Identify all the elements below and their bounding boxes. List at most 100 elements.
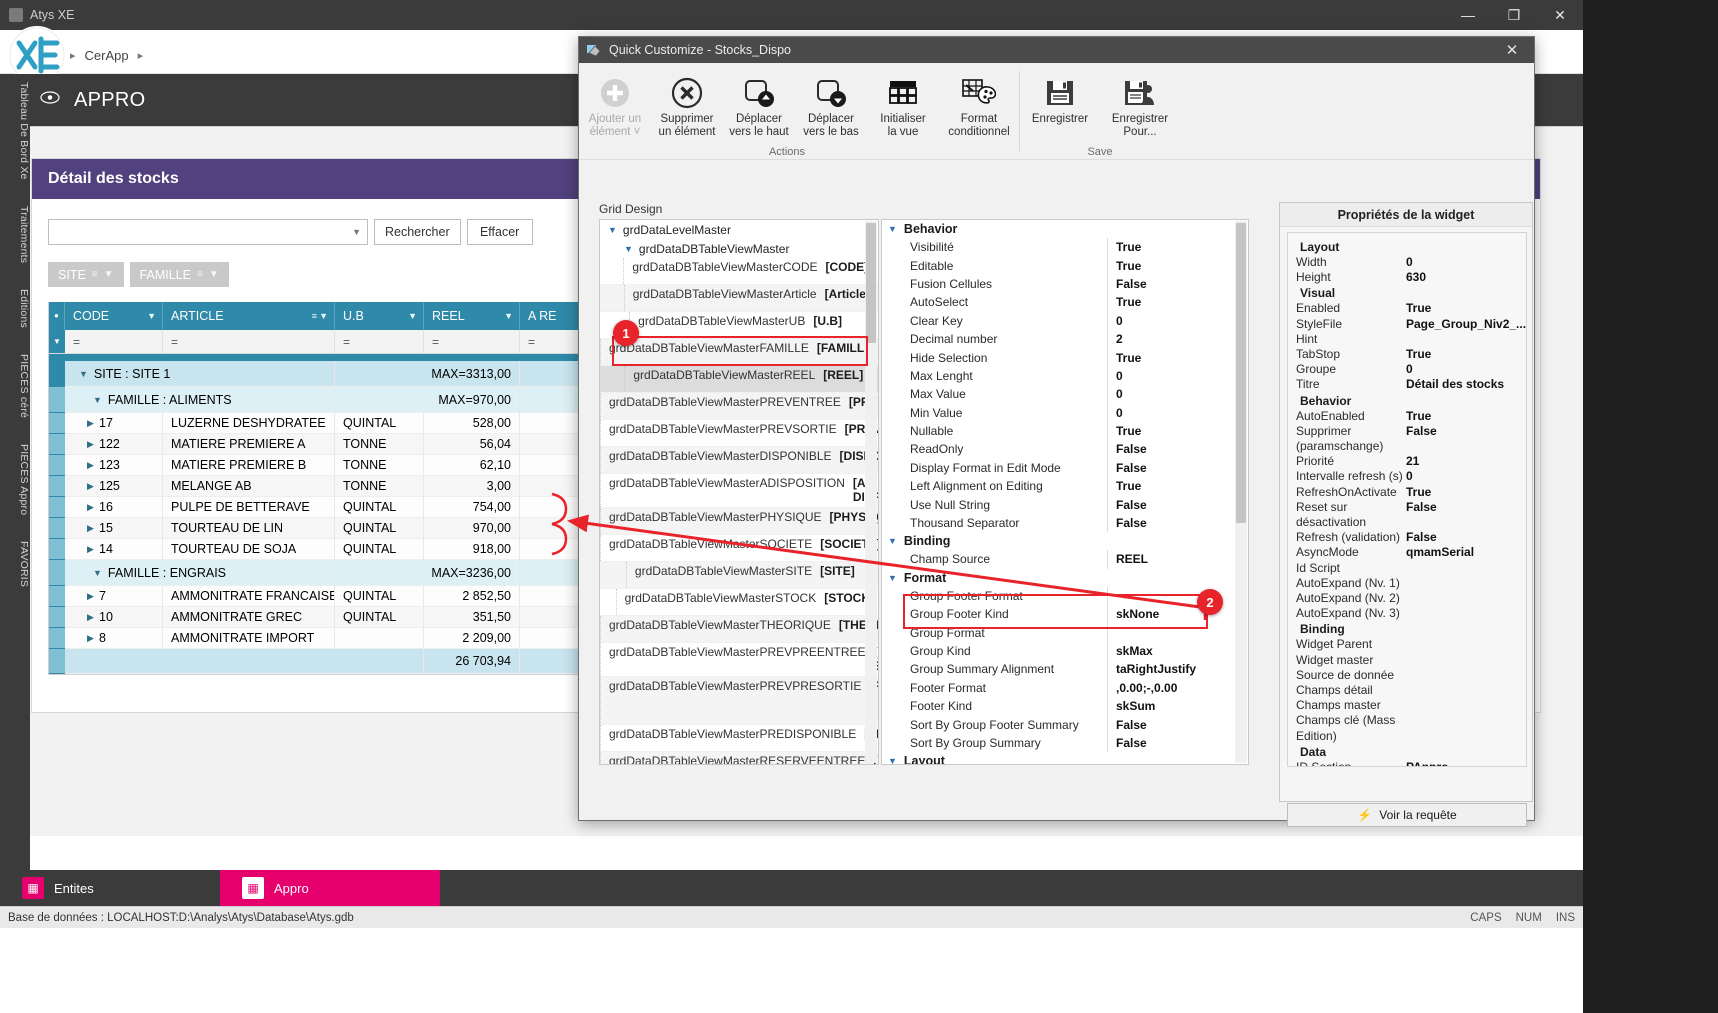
property-value[interactable]: True — [1107, 238, 1248, 256]
filter-cell-ub[interactable]: = — [335, 330, 424, 353]
chevron-right-icon[interactable]: ▶ — [87, 612, 94, 623]
property-row[interactable]: Max Value0 — [882, 385, 1248, 403]
eye-icon[interactable] — [40, 91, 60, 109]
view-query-button[interactable]: ⚡ Voir la requête — [1287, 803, 1527, 827]
widget-property-row[interactable]: Reset sur désactivationFalse — [1288, 500, 1526, 530]
widget-property-row[interactable]: EnabledTrue — [1288, 301, 1526, 316]
property-row[interactable]: Fusion CellulesFalse — [882, 275, 1248, 293]
chevron-down-icon[interactable]: ▼ — [93, 395, 102, 405]
widget-property-value[interactable]: True — [1406, 301, 1526, 316]
tree-item[interactable]: grdDataDBTableViewMasterTHEORIQUE[THEORI… — [600, 616, 878, 643]
tree-scrollbar[interactable] — [865, 221, 877, 763]
breadcrumb-item-cerapp[interactable]: CerApp — [85, 48, 129, 63]
property-value[interactable]: 2 — [1107, 330, 1248, 348]
chevron-right-icon[interactable]: ▶ — [87, 481, 94, 492]
rail-item-1[interactable]: Traitements — [0, 198, 30, 271]
widget-property-value[interactable]: False — [1406, 530, 1526, 545]
widget-property-value[interactable]: 21 — [1406, 454, 1526, 469]
tree-scroll-thumb[interactable] — [866, 223, 876, 343]
property-row[interactable]: VisibilitéTrue — [882, 238, 1248, 256]
widget-property-value[interactable] — [1406, 713, 1526, 743]
property-value[interactable]: REEL — [1107, 550, 1248, 568]
property-value[interactable] — [1107, 623, 1248, 641]
clear-button[interactable]: Effacer — [467, 219, 533, 245]
property-value[interactable]: 0 — [1107, 367, 1248, 385]
rail-item-4[interactable]: PIECES Appro — [0, 436, 30, 523]
search-input[interactable]: ▼ — [48, 219, 368, 245]
chevron-right-icon[interactable]: ▶ — [87, 544, 94, 555]
rail-item-3[interactable]: PIECES céré — [0, 346, 30, 426]
property-row[interactable]: Min Value0 — [882, 404, 1248, 422]
property-value[interactable]: ,0.00;-,0.00 — [1107, 679, 1248, 697]
widget-property-value[interactable] — [1406, 576, 1526, 591]
property-row[interactable]: NullableTrue — [882, 422, 1248, 440]
widget-property-row[interactable]: TitreDétail des stocks — [1288, 377, 1526, 392]
property-row[interactable]: Use Null StringFalse — [882, 495, 1248, 513]
filter-icon[interactable]: ▼ — [408, 311, 417, 321]
search-button[interactable]: Rechercher — [374, 219, 461, 245]
filter-icon[interactable]: ▼ — [504, 311, 513, 321]
widget-property-value[interactable]: True — [1406, 485, 1526, 500]
tree-item[interactable]: grdDataDBTableViewMasterSITE[SITE] — [600, 562, 878, 589]
property-value[interactable]: False — [1107, 734, 1248, 752]
widget-property-value[interactable] — [1406, 591, 1526, 606]
property-value[interactable]: skMax — [1107, 642, 1248, 660]
tree-item[interactable]: grdDataDBTableViewMasterUB[U.B] — [600, 312, 878, 339]
property-value[interactable]: False — [1107, 440, 1248, 458]
property-row[interactable]: Footer Format,0.00;-,0.00 — [882, 679, 1248, 697]
tree-item[interactable]: grdDataDBTableViewMasterADISPOSITION[A D… — [600, 474, 878, 508]
widget-property-row[interactable]: AutoExpand (Nv. 3) — [1288, 606, 1526, 621]
tree-item[interactable]: grdDataDBTableViewMasterPHYSIQUE[PHYSIQU… — [600, 508, 878, 535]
widget-property-row[interactable]: RefreshOnActivateTrue — [1288, 485, 1526, 500]
widget-property-row[interactable]: AutoExpand (Nv. 2) — [1288, 591, 1526, 606]
filter-icon[interactable]: ▼ — [209, 269, 219, 280]
widget-property-value[interactable]: True — [1406, 409, 1526, 424]
property-row[interactable]: Group Summary AlignmenttaRightJustify — [882, 660, 1248, 678]
chevron-down-icon[interactable]: ▼ — [888, 536, 897, 546]
tree-item[interactable]: grdDataDBTableViewMasterPREVSORTIE[PREV.… — [600, 420, 878, 447]
widget-property-value[interactable] — [1406, 653, 1526, 668]
widget-property-value[interactable]: PAppro — [1406, 760, 1526, 767]
widget-property-row[interactable]: Priorité21 — [1288, 454, 1526, 469]
widget-property-row[interactable]: Id Script — [1288, 561, 1526, 576]
property-value[interactable]: skSum — [1107, 697, 1248, 715]
widget-property-value[interactable]: 0 — [1406, 469, 1526, 484]
property-group-header[interactable]: ▼Binding — [882, 532, 1248, 550]
property-row[interactable]: ReadOnlyFalse — [882, 440, 1248, 458]
widget-property-row[interactable]: Source de donnée — [1288, 668, 1526, 683]
group-chip-famille[interactable]: FAMILLE ≡ ▼ — [130, 262, 229, 287]
properties-scroll-thumb[interactable] — [1236, 223, 1246, 523]
column-header-reel[interactable]: REEL ▼ — [424, 302, 520, 330]
property-group-header[interactable]: ▼Behavior — [882, 220, 1248, 238]
property-row[interactable]: Sort By Group Footer SummaryFalse — [882, 715, 1248, 733]
sort-icon[interactable]: ≡ — [312, 311, 317, 321]
chevron-down-icon[interactable]: ▼ — [352, 227, 361, 237]
taskbar-item-appro[interactable]: ▦ Appro — [220, 870, 440, 906]
widget-property-row[interactable]: Champs master — [1288, 698, 1526, 713]
dialog-close-button[interactable]: ✕ — [1490, 37, 1534, 63]
widget-property-value[interactable]: 630 — [1406, 270, 1526, 285]
taskbar-item-entites[interactable]: ▦ Entites — [0, 870, 220, 906]
property-row[interactable]: Display Format in Edit ModeFalse — [882, 459, 1248, 477]
chevron-down-icon[interactable]: ▼ — [624, 244, 633, 254]
widget-property-row[interactable]: AutoEnabledTrue — [1288, 409, 1526, 424]
property-value[interactable]: skNone — [1107, 605, 1248, 623]
tree-item[interactable]: grdDataDBTableViewMasterArticle[Article] — [600, 285, 878, 312]
property-group-header[interactable]: ▼Format — [882, 569, 1248, 587]
widget-property-row[interactable]: StyleFilePage_Group_Niv2_... — [1288, 317, 1526, 332]
property-value[interactable]: True — [1107, 477, 1248, 495]
widget-property-value[interactable] — [1406, 606, 1526, 621]
properties-scrollbar[interactable] — [1235, 221, 1247, 763]
chevron-right-icon[interactable]: ▶ — [87, 633, 94, 644]
property-row[interactable]: Clear Key0 — [882, 312, 1248, 330]
widget-property-value[interactable] — [1406, 698, 1526, 713]
widget-property-value[interactable] — [1406, 683, 1526, 698]
widget-property-row[interactable]: Champs détail — [1288, 683, 1526, 698]
property-value[interactable]: 0 — [1107, 404, 1248, 422]
filter-cell-article[interactable]: = — [163, 330, 335, 353]
property-value[interactable]: taRightJustify — [1107, 660, 1248, 678]
widget-property-row[interactable]: AutoExpand (Nv. 1) — [1288, 576, 1526, 591]
rail-item-5[interactable]: FAVORIS — [0, 533, 30, 595]
property-value[interactable]: 0 — [1107, 385, 1248, 403]
widget-properties-list[interactable]: LayoutWidth0Height630VisualEnabledTrueSt… — [1287, 232, 1527, 767]
